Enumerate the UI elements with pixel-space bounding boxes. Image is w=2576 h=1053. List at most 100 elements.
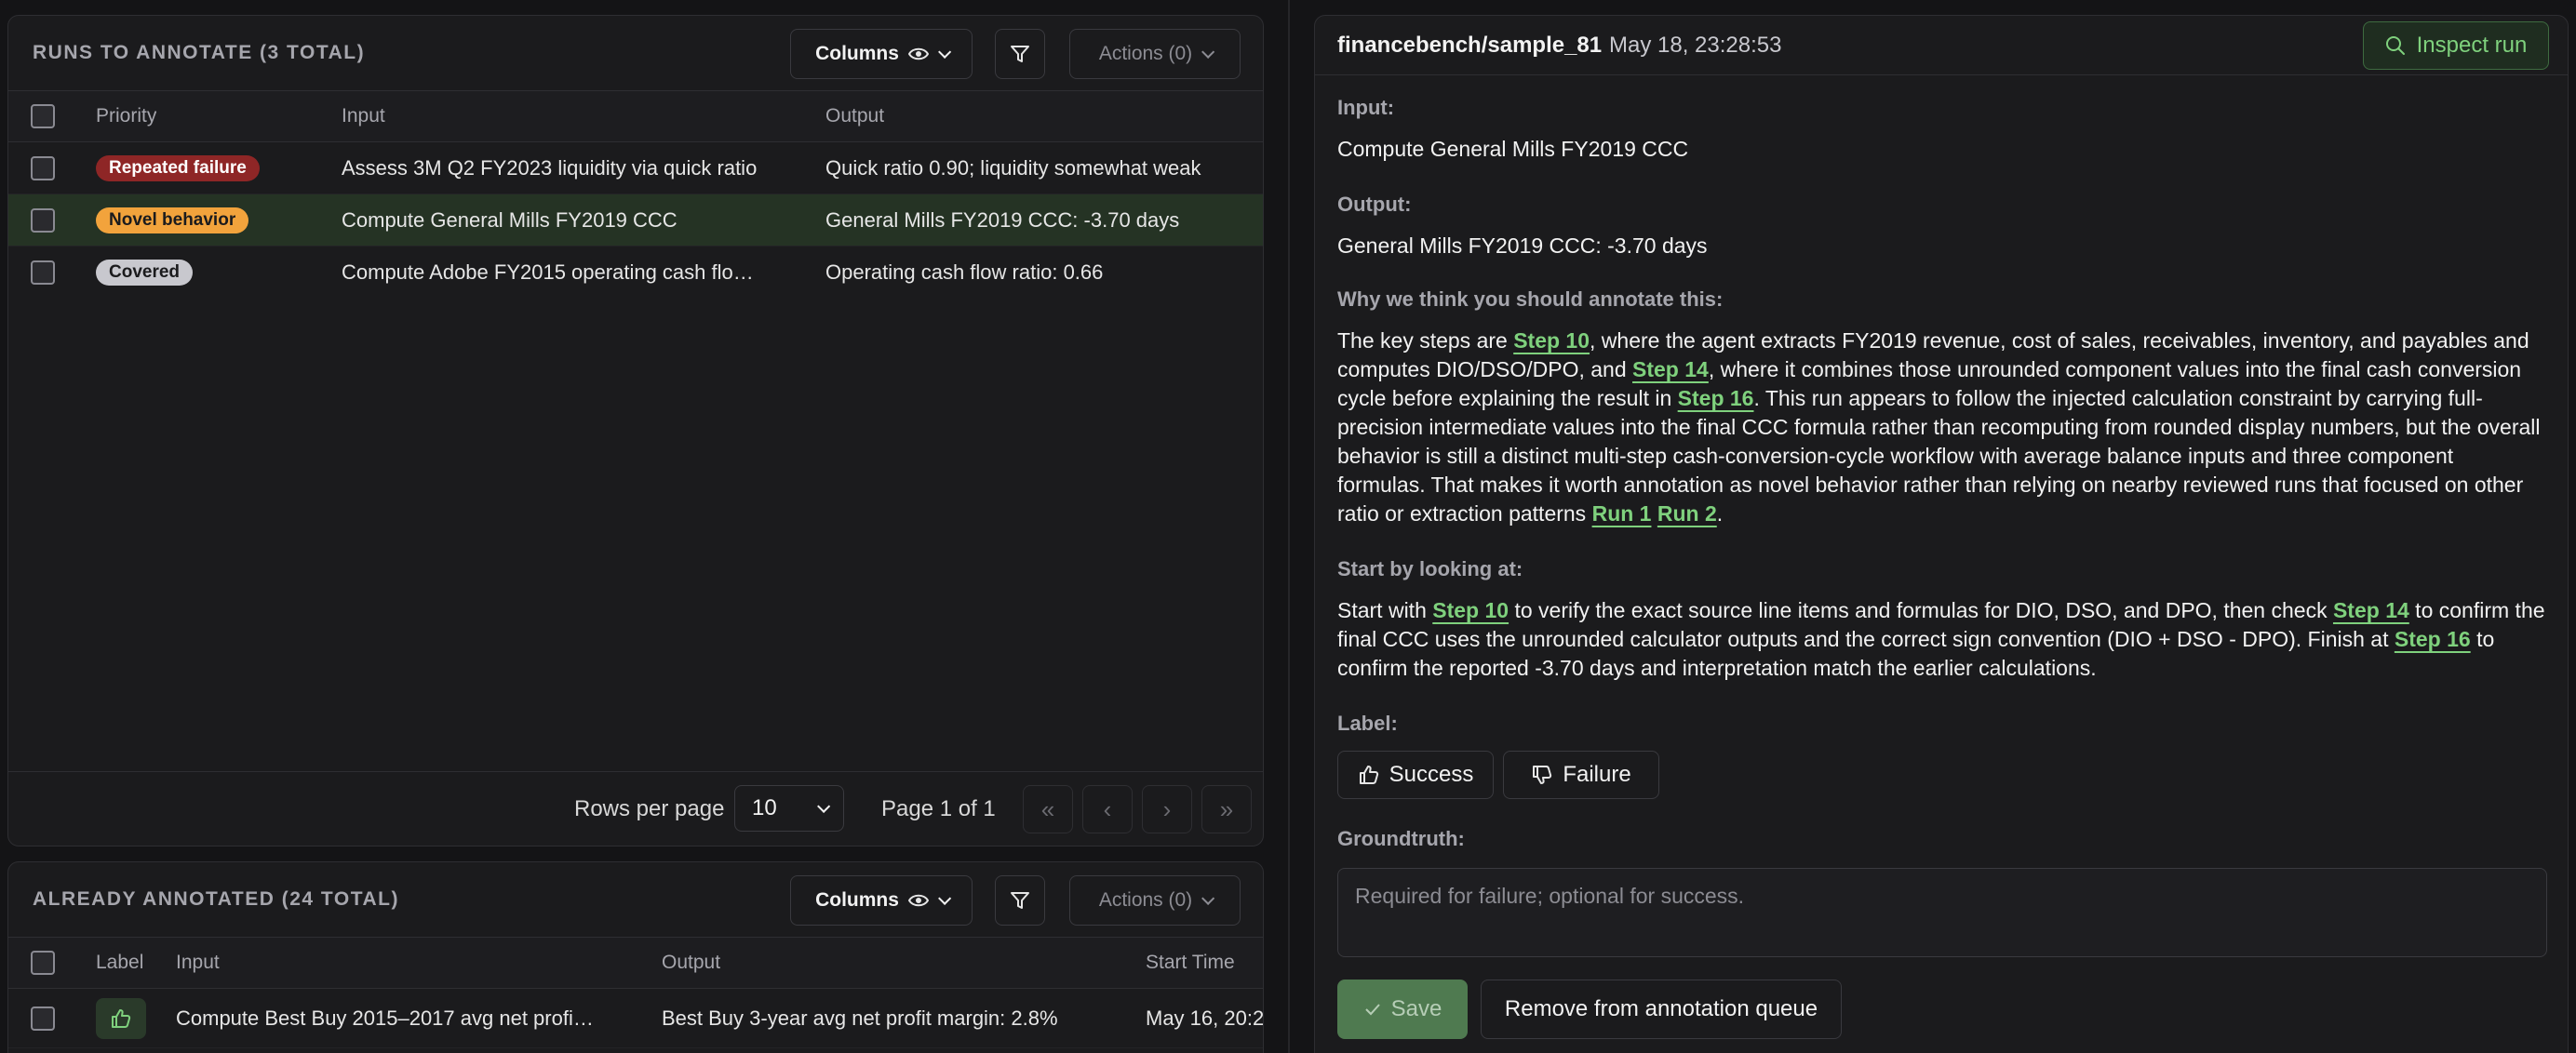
start-text-part: Start with [1337, 598, 1433, 622]
header-label[interactable]: Label [96, 938, 143, 988]
panel-divider[interactable] [1288, 0, 1290, 1053]
row-output: General Mills FY2019 CCC: -3.70 days [825, 207, 1180, 232]
failure-button[interactable]: Failure [1503, 751, 1659, 799]
rows-per-page-label: Rows per page [574, 796, 725, 821]
input-value: Compute General Mills FY2019 CCC [1337, 137, 1689, 161]
run-link[interactable]: Run 1 [1592, 501, 1652, 526]
actions-label: Actions (0) [1098, 43, 1193, 64]
step-link[interactable]: Step 10 [1432, 598, 1509, 622]
start-text-part: to verify the exact source line items an… [1509, 598, 2333, 622]
filter-button[interactable] [995, 875, 1045, 926]
header-input[interactable]: Input [176, 938, 220, 988]
header-start-time[interactable]: Start Time [1146, 938, 1235, 988]
row-output: Operating cash flow ratio: 0.66 [825, 260, 1104, 284]
remove-from-queue-button[interactable]: Remove from annotation queue [1481, 980, 1842, 1039]
step-link[interactable]: Step 14 [2333, 598, 2409, 622]
step-link[interactable]: Step 10 [1513, 328, 1590, 353]
start-label: Start by looking at: [1337, 557, 1523, 580]
row-input: Compute Best Buy 2015–2017 avg net profi… [176, 1006, 594, 1030]
why-text-part: . [1716, 501, 1724, 526]
header-input[interactable]: Input [342, 91, 385, 141]
label-success-badge [96, 997, 146, 1039]
rows-per-page-value: 10 [752, 795, 777, 820]
annotated-table-header: Label Input Output Start Time [8, 937, 1263, 989]
run-detail-panel: financebench/sample_81 May 18, 23:28:53 … [1314, 15, 2569, 1053]
select-all-checkbox[interactable] [31, 951, 55, 975]
status-badge: Covered [96, 260, 194, 286]
output-label: Output: [1337, 193, 1412, 216]
actions-dropdown[interactable]: Actions (0) [1069, 875, 1241, 926]
table-row[interactable]: Novel behavior Compute General Mills FY2… [8, 194, 1263, 247]
prev-page-icon: ‹ [1103, 794, 1112, 823]
runs-table-header: Priority Input Output [8, 90, 1263, 142]
eye-icon [907, 894, 929, 907]
select-all-checkbox[interactable] [31, 104, 55, 128]
filter-button[interactable] [995, 29, 1045, 79]
row-checkbox[interactable] [31, 207, 55, 233]
last-page-button[interactable]: » [1201, 785, 1252, 833]
annotated-panel-title: ALREADY ANNOTATED (24 TOTAL) [33, 888, 399, 910]
success-label: Success [1389, 762, 1474, 787]
row-input: Compute Adobe FY2015 operating cash flo… [342, 260, 754, 284]
chevron-down-icon [1201, 45, 1215, 59]
filter-icon [1011, 46, 1029, 62]
row-input: Assess 3M Q2 FY2023 liquidity via quick … [342, 155, 758, 180]
prev-page-button[interactable]: ‹ [1082, 785, 1133, 833]
run-link[interactable]: Run 2 [1657, 501, 1717, 526]
step-link[interactable]: Step 16 [2395, 627, 2471, 651]
columns-button[interactable]: Columns [790, 875, 973, 926]
status-badge: Repeated failure [96, 154, 260, 181]
chevron-down-icon [817, 799, 831, 813]
thumbs-up-icon [1359, 766, 1378, 784]
pagination: Rows per page 10 Page 1 of 1 « ‹ › » [8, 771, 1263, 846]
row-checkbox[interactable] [31, 260, 55, 285]
chevron-down-icon [937, 891, 952, 905]
runs-panel-header: RUNS TO ANNOTATE (3 TOTAL) Columns Actio… [8, 16, 1263, 90]
runs-to-annotate-panel: RUNS TO ANNOTATE (3 TOTAL) Columns Actio… [7, 15, 1264, 846]
already-annotated-panel: ALREADY ANNOTATED (24 TOTAL) Columns Act… [7, 861, 1264, 1053]
runs-table: Priority Input Output Repeated failure A… [8, 90, 1263, 299]
input-label: Input: [1337, 96, 1395, 119]
inspect-run-button[interactable]: Inspect run [2363, 21, 2549, 70]
start-text: Start with Step 10 to verify the exact s… [1337, 596, 2547, 683]
table-row[interactable]: Covered Compute Adobe FY2015 operating c… [8, 247, 1263, 299]
table-row[interactable]: Compute Best Buy 2015–2017 avg net profi… [8, 989, 1263, 1048]
header-output[interactable]: Output [825, 91, 884, 141]
detail-header: financebench/sample_81 May 18, 23:28:53 … [1315, 16, 2568, 75]
row-input: Compute General Mills FY2019 CCC [342, 207, 678, 232]
inspect-run-label: Inspect run [2416, 33, 2528, 58]
check-icon [1364, 1004, 1380, 1016]
header-output[interactable]: Output [662, 938, 720, 988]
run-name: financebench/sample_81 [1337, 33, 1603, 58]
table-row[interactable]: Repeated failure Assess 3M Q2 FY2023 liq… [8, 142, 1263, 194]
step-link[interactable]: Step 16 [1678, 386, 1754, 410]
header-priority[interactable]: Priority [96, 91, 156, 141]
next-page-button[interactable]: › [1142, 785, 1192, 833]
groundtruth-label: Groundtruth: [1337, 827, 1465, 850]
row-checkbox[interactable] [31, 1006, 55, 1031]
first-page-button[interactable]: « [1023, 785, 1073, 833]
label-label: Label: [1337, 712, 1398, 735]
filter-icon [1011, 892, 1029, 909]
row-checkbox[interactable] [31, 155, 55, 180]
rows-per-page-select[interactable]: 10 [734, 785, 844, 832]
chevron-down-icon [1201, 891, 1215, 905]
chevron-down-icon [937, 45, 952, 59]
last-page-icon: » [1219, 794, 1234, 823]
row-start-time: May 16, 20:2 [1146, 1006, 1264, 1030]
groundtruth-input[interactable]: Required for failure; optional for succe… [1337, 868, 2547, 957]
page-indicator: Page 1 of 1 [881, 796, 996, 821]
why-text: The key steps are Step 10, where the age… [1337, 327, 2547, 528]
success-button[interactable]: Success [1337, 751, 1494, 799]
save-button[interactable]: Save [1337, 980, 1468, 1039]
row-output: Quick ratio 0.90; liquidity somewhat wea… [825, 155, 1201, 180]
columns-button[interactable]: Columns [790, 29, 973, 79]
next-page-icon: › [1162, 794, 1172, 823]
step-link[interactable]: Step 14 [1632, 357, 1709, 381]
why-label: Why we think you should annotate this: [1337, 287, 1724, 311]
output-value: General Mills FY2019 CCC: -3.70 days [1337, 233, 1708, 258]
annotated-panel-header: ALREADY ANNOTATED (24 TOTAL) Columns Act… [8, 862, 1263, 937]
actions-dropdown[interactable]: Actions (0) [1069, 29, 1241, 79]
run-timestamp: May 18, 23:28:53 [1609, 33, 1782, 58]
search-icon [2385, 36, 2405, 55]
